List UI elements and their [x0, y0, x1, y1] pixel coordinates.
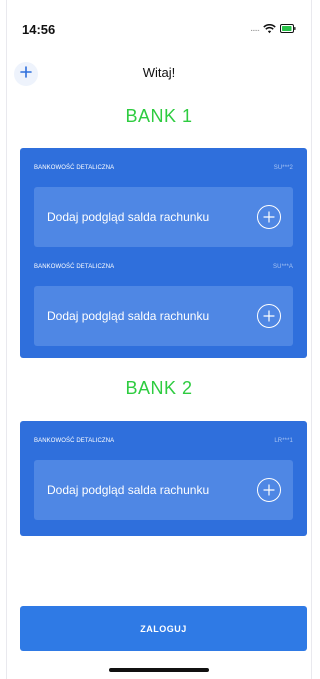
plus-circle-icon — [257, 478, 281, 502]
bank-card: BANKOWOŚĆ DETALICZNA SU***2 Dodaj podglą… — [20, 148, 307, 358]
login-button[interactable]: ZALOGUJ — [20, 606, 307, 651]
account-type: BANKOWOŚĆ DETALICZNA — [34, 264, 115, 270]
status-bar: 14:56 ..... — [0, 0, 318, 44]
add-balance-preview-button[interactable]: Dodaj podgląd salda rachunku — [34, 187, 293, 247]
add-balance-label: Dodaj podgląd salda rachunku — [47, 483, 210, 497]
battery-icon — [280, 24, 296, 33]
account-code: SU***2 — [273, 165, 293, 171]
plus-circle-icon — [257, 304, 281, 328]
status-time: 14:56 — [22, 22, 56, 37]
page-title: Witaj! — [142, 65, 176, 80]
left-edge-divider — [6, 0, 7, 679]
add-balance-preview-button[interactable]: Dodaj podgląd salda rachunku — [34, 460, 293, 520]
add-balance-label: Dodaj podgląd salda rachunku — [47, 210, 210, 224]
home-indicator — [109, 668, 209, 672]
bank-title: BANK 2 — [125, 378, 193, 398]
plus-circle-icon — [257, 205, 281, 229]
account-type: BANKOWOŚĆ DETALICZNA — [34, 165, 115, 171]
account-row: BANKOWOŚĆ DETALICZNA LR***1 — [34, 438, 293, 444]
right-edge-divider — [311, 0, 312, 679]
account-row: BANKOWOŚĆ DETALICZNA SU***A — [34, 264, 293, 270]
bank-title: BANK 1 — [125, 106, 193, 126]
account-code: SU***A — [273, 264, 293, 270]
add-balance-preview-button[interactable]: Dodaj podgląd salda rachunku — [34, 286, 293, 346]
account-type: BANKOWOŚĆ DETALICZNA — [34, 438, 115, 444]
wifi-icon — [263, 23, 276, 34]
status-icons: ..... — [250, 23, 296, 34]
signal-icon: ..... — [250, 23, 260, 34]
account-row: BANKOWOŚĆ DETALICZNA SU***2 — [34, 165, 293, 171]
bank-card: BANKOWOŚĆ DETALICZNA LR***1 Dodaj podglą… — [20, 421, 307, 536]
account-code: LR***1 — [274, 438, 293, 444]
add-balance-label: Dodaj podgląd salda rachunku — [47, 309, 210, 323]
app-screen: 14:56 ..... Witaj! BANK 1 BANKOWOŚĆ DETA… — [0, 0, 318, 679]
